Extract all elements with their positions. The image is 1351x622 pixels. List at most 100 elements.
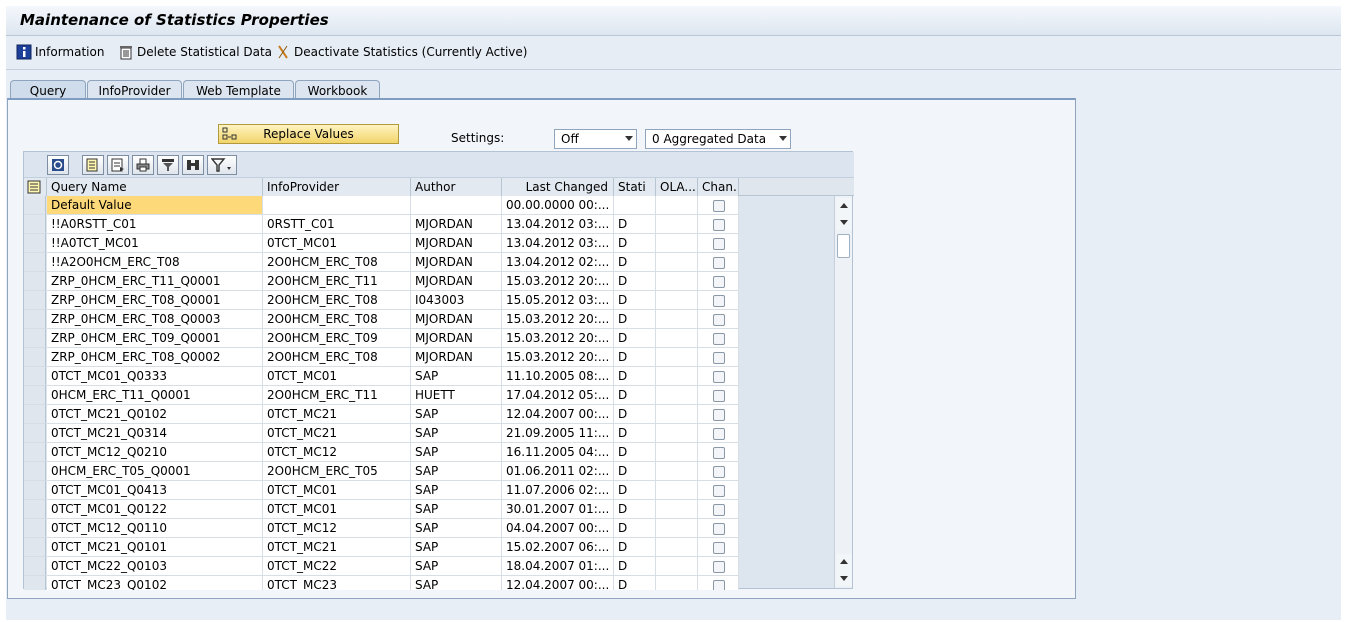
cell-statistics[interactable]: D — [614, 367, 656, 386]
changed-checkbox[interactable] — [713, 276, 725, 288]
cell-query-name[interactable]: 0TCT_MC23_Q0102 — [47, 576, 263, 590]
column-header-infoprovider[interactable]: InfoProvider — [263, 178, 411, 196]
table-row[interactable]: 0TCT_MC01_Q0122 0TCT_MC01 SAP 30.01.2007 01… — [24, 500, 739, 519]
cell-infoprovider[interactable]: 0TCT_MC01 — [263, 481, 411, 500]
table-row[interactable]: ZRP_0HCM_ERC_T08_Q0003 2O0HCM_ERC_T08 MJOR… — [24, 310, 739, 329]
cell-olap[interactable] — [656, 443, 698, 462]
table-row[interactable]: 0HCM_ERC_T11_Q0001 2O0HCM_ERC_T11 HUETT 17.… — [24, 386, 739, 405]
cell-query-name[interactable]: 0TCT_MC01_Q0333 — [47, 367, 263, 386]
cell-query-name[interactable]: Default Value — [47, 196, 263, 215]
cell-last-changed[interactable]: 15.03.2012 20:... — [502, 272, 614, 291]
row-selector[interactable] — [24, 443, 46, 462]
cell-query-name[interactable]: 0TCT_MC01_Q0122 — [47, 500, 263, 519]
cell-query-name[interactable]: !!A2O0HCM_ERC_T08 — [47, 253, 263, 272]
cell-infoprovider[interactable]: 2O0HCM_ERC_T08 — [263, 348, 411, 367]
row-selector[interactable] — [24, 424, 46, 443]
cell-olap[interactable] — [656, 196, 698, 215]
find-button[interactable] — [182, 155, 204, 175]
cell-author[interactable]: HUETT — [411, 386, 502, 405]
row-selector[interactable] — [24, 405, 46, 424]
changed-checkbox[interactable] — [713, 295, 725, 307]
row-selector[interactable] — [24, 538, 46, 557]
cell-olap[interactable] — [656, 481, 698, 500]
cell-statistics[interactable]: D — [614, 519, 656, 538]
cell-query-name[interactable]: 0HCM_ERC_T11_Q0001 — [47, 386, 263, 405]
cell-author[interactable]: I043003 — [411, 291, 502, 310]
cell-statistics[interactable]: D — [614, 538, 656, 557]
settings-dropdown[interactable]: Off — [554, 129, 637, 149]
cell-statistics[interactable]: D — [614, 215, 656, 234]
cell-last-changed[interactable]: 01.06.2011 02:... — [502, 462, 614, 481]
scroll-page-down-button[interactable] — [836, 214, 852, 230]
table-row[interactable]: 0TCT_MC12_Q0110 0TCT_MC12 SAP 04.04.2007 00… — [24, 519, 739, 538]
cell-olap[interactable] — [656, 291, 698, 310]
cell-olap[interactable] — [656, 272, 698, 291]
cell-author[interactable]: SAP — [411, 443, 502, 462]
cell-olap[interactable] — [656, 519, 698, 538]
cell-infoprovider[interactable]: 0TCT_MC21 — [263, 424, 411, 443]
cell-author[interactable]: SAP — [411, 405, 502, 424]
cell-infoprovider[interactable]: 0TCT_MC01 — [263, 234, 411, 253]
print-button[interactable] — [132, 155, 154, 175]
cell-author[interactable]: SAP — [411, 557, 502, 576]
cell-query-name[interactable]: ZRP_0HCM_ERC_T11_Q0001 — [47, 272, 263, 291]
tab-query[interactable]: Query — [10, 80, 86, 100]
row-selector[interactable] — [24, 386, 46, 405]
row-selector[interactable] — [24, 310, 46, 329]
cell-olap[interactable] — [656, 424, 698, 443]
changed-checkbox[interactable] — [713, 504, 725, 516]
table-row[interactable]: ZRP_0HCM_ERC_T09_Q0001 2O0HCM_ERC_T09 MJOR… — [24, 329, 739, 348]
cell-last-changed[interactable]: 30.01.2007 01:... — [502, 500, 614, 519]
details-button[interactable] — [82, 155, 104, 175]
cell-last-changed[interactable]: 21.09.2005 11:... — [502, 424, 614, 443]
cell-last-changed[interactable]: 13.04.2012 02:... — [502, 253, 614, 272]
cell-olap[interactable] — [656, 500, 698, 519]
cell-author[interactable]: SAP — [411, 462, 502, 481]
aggregation-dropdown[interactable]: 0 Aggregated Data — [645, 129, 791, 149]
cell-last-changed[interactable]: 15.03.2012 20:... — [502, 329, 614, 348]
cell-query-name[interactable]: 0TCT_MC12_Q0110 — [47, 519, 263, 538]
cell-query-name[interactable]: ZRP_0HCM_ERC_T09_Q0001 — [47, 329, 263, 348]
cell-statistics[interactable]: D — [614, 272, 656, 291]
column-header-changed[interactable]: Chan... — [698, 178, 739, 196]
cell-last-changed[interactable]: 04.04.2007 00:... — [502, 519, 614, 538]
cell-last-changed[interactable]: 12.04.2007 00:... — [502, 576, 614, 590]
cell-olap[interactable] — [656, 405, 698, 424]
column-header-author[interactable]: Author — [411, 178, 502, 196]
row-selector[interactable] — [24, 348, 46, 367]
cell-infoprovider[interactable]: 0TCT_MC01 — [263, 500, 411, 519]
export-button[interactable] — [107, 155, 129, 175]
changed-checkbox[interactable] — [713, 447, 725, 459]
filter-button[interactable] — [157, 155, 179, 175]
cell-query-name[interactable]: ZRP_0HCM_ERC_T08_Q0003 — [47, 310, 263, 329]
table-row[interactable]: 0TCT_MC21_Q0101 0TCT_MC21 SAP 15.02.2007 06… — [24, 538, 739, 557]
cell-author[interactable]: SAP — [411, 538, 502, 557]
cell-infoprovider[interactable]: 0TCT_MC12 — [263, 519, 411, 538]
replace-values-button[interactable]: Replace Values — [218, 124, 399, 144]
cell-query-name[interactable]: ZRP_0HCM_ERC_T08_Q0001 — [47, 291, 263, 310]
table-row[interactable]: 0TCT_MC01_Q0413 0TCT_MC01 SAP 11.07.2006 02… — [24, 481, 739, 500]
cell-statistics[interactable]: D — [614, 329, 656, 348]
table-row[interactable]: Default Value 00.00.0000 00:... — [24, 196, 739, 215]
cell-olap[interactable] — [656, 538, 698, 557]
row-selector[interactable] — [24, 557, 46, 576]
changed-checkbox[interactable] — [713, 238, 725, 250]
cell-olap[interactable] — [656, 310, 698, 329]
scroll-down-button[interactable] — [836, 570, 852, 586]
cell-infoprovider[interactable]: 0RSTT_C01 — [263, 215, 411, 234]
cell-olap[interactable] — [656, 386, 698, 405]
cell-last-changed[interactable]: 13.04.2012 03:... — [502, 234, 614, 253]
cell-author[interactable] — [411, 196, 502, 215]
cell-author[interactable]: SAP — [411, 576, 502, 590]
cell-author[interactable]: SAP — [411, 519, 502, 538]
table-row[interactable]: !!A0RSTT_C01 0RSTT_C01 MJORDAN 13.04.2012 0… — [24, 215, 739, 234]
cell-last-changed[interactable]: 13.04.2012 03:... — [502, 215, 614, 234]
table-row[interactable]: 0TCT_MC12_Q0210 0TCT_MC12 SAP 16.11.2005 04… — [24, 443, 739, 462]
row-selector[interactable] — [24, 519, 46, 538]
column-header-olap[interactable]: OLA... — [656, 178, 698, 196]
row-selector[interactable] — [24, 329, 46, 348]
cell-author[interactable]: MJORDAN — [411, 234, 502, 253]
cell-infoprovider[interactable]: 2O0HCM_ERC_T09 — [263, 329, 411, 348]
changed-checkbox[interactable] — [713, 200, 725, 212]
cell-last-changed[interactable]: 15.05.2012 03:... — [502, 291, 614, 310]
